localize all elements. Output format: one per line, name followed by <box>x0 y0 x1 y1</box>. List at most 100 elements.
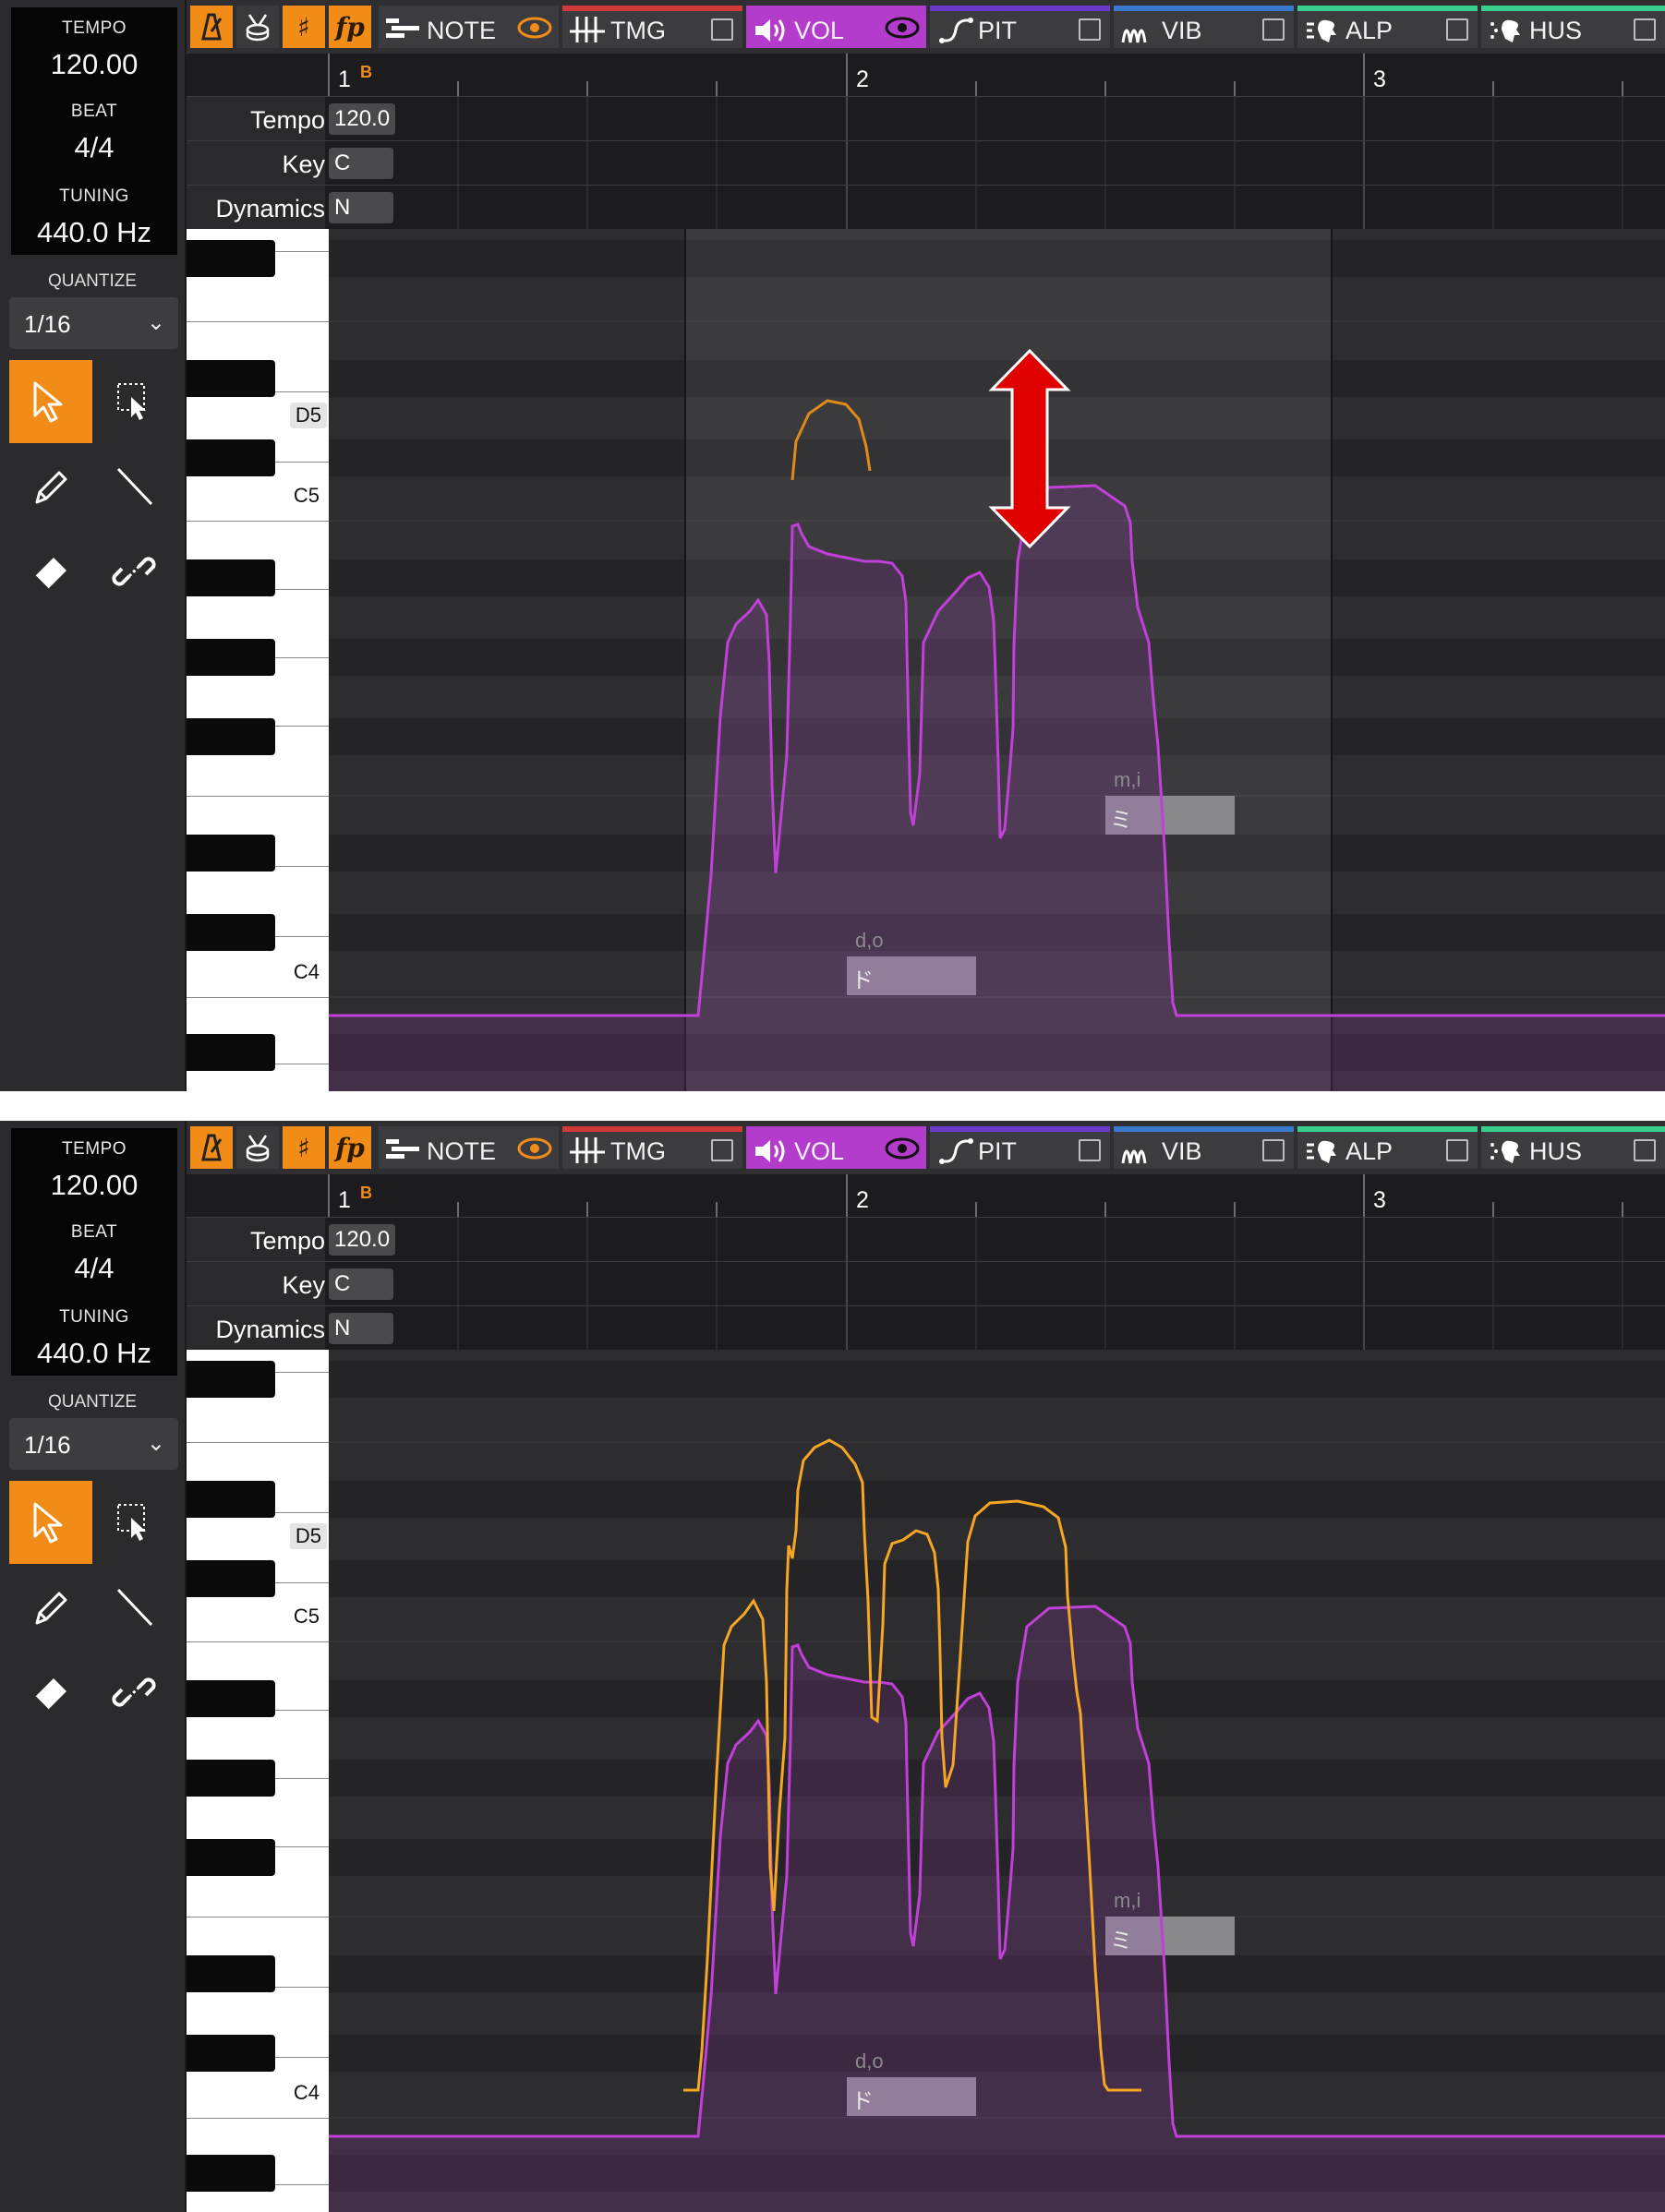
tuning-value[interactable]: 440.0 Hz <box>11 1337 177 1370</box>
dynamics-row-value[interactable]: N <box>329 1313 393 1344</box>
piano-keyboard[interactable]: D5 C5 C4 <box>187 1350 329 2212</box>
tuning-value[interactable]: 440.0 Hz <box>11 216 177 249</box>
tab-timing-checkbox[interactable] <box>711 18 733 41</box>
eye-icon[interactable] <box>884 14 921 42</box>
tempo-row-value[interactable]: 120.0 <box>329 1224 396 1256</box>
black-key[interactable] <box>187 718 275 755</box>
tab-pitch[interactable]: PIT <box>930 1126 1110 1169</box>
tab-vibrato-checkbox[interactable] <box>1262 1139 1285 1161</box>
drum-icon[interactable] <box>236 1126 279 1169</box>
tab-alp-colorbar <box>1297 6 1478 11</box>
tempo-value[interactable]: 120.00 <box>11 48 177 81</box>
note-glyph-do[interactable]: ド <box>851 2083 874 2115</box>
tab-note-label: NOTE <box>427 17 497 44</box>
husky-voice-icon <box>1490 1140 1520 1163</box>
quantize-select[interactable]: 1/16 ⌄ <box>9 297 178 349</box>
lyric-do: d,o <box>855 2050 884 2073</box>
black-key[interactable] <box>187 1481 275 1518</box>
black-key[interactable] <box>187 439 275 476</box>
tab-note[interactable]: NOTE <box>379 6 559 48</box>
tab-timing[interactable]: TMG <box>562 1126 742 1169</box>
black-key[interactable] <box>187 1760 275 1797</box>
drum-icon[interactable] <box>236 6 279 48</box>
tab-vibrato[interactable]: VIB <box>1114 6 1294 48</box>
black-key[interactable] <box>187 2155 275 2192</box>
tab-husky[interactable]: HUS <box>1481 1126 1665 1169</box>
black-key[interactable] <box>187 1361 275 1398</box>
beat-value[interactable]: 4/4 <box>11 131 177 164</box>
key-row-value[interactable]: C <box>329 1268 393 1300</box>
tab-alp-checkbox[interactable] <box>1446 1139 1468 1161</box>
measure-ruler[interactable]: 1 B 2 3 <box>187 54 1665 96</box>
tab-note[interactable]: NOTE <box>379 1126 559 1169</box>
note-glyph-mi[interactable]: ミ <box>1110 801 1132 834</box>
quantize-select[interactable]: 1/16 ⌄ <box>9 1418 178 1470</box>
editor-screenshot-after: TEMPO 120.00 BEAT 4/4 TUNING 440.0 Hz QU… <box>0 1121 1665 2212</box>
piano-keyboard[interactable]: D5 C5 C4 <box>187 229 329 1091</box>
black-key[interactable] <box>187 639 275 676</box>
note-lines-icon <box>386 1139 419 1159</box>
black-key[interactable] <box>187 1034 275 1071</box>
tempo-value[interactable]: 120.00 <box>11 1169 177 1202</box>
tempo-row-value[interactable]: 120.0 <box>329 103 396 135</box>
black-key[interactable] <box>187 240 275 277</box>
select-tool-button[interactable] <box>9 360 92 443</box>
dynamics-row-value[interactable]: N <box>329 192 393 223</box>
tab-vibrato[interactable]: VIB <box>1114 1126 1294 1169</box>
pencil-tool-button[interactable] <box>9 445 92 528</box>
black-key[interactable] <box>187 360 275 397</box>
note-glyph-mi[interactable]: ミ <box>1110 1922 1132 1954</box>
unlink-tool-button[interactable] <box>92 1651 175 1734</box>
black-key[interactable] <box>187 1955 275 1992</box>
pitch-symbol-icon[interactable]: ♯ <box>283 6 325 48</box>
tab-pitch[interactable]: PIT <box>930 6 1110 48</box>
tab-volume[interactable]: VOL <box>746 6 926 48</box>
beat-value[interactable]: 4/4 <box>11 1252 177 1285</box>
tab-timing-checkbox[interactable] <box>711 1139 733 1161</box>
tab-husky-checkbox[interactable] <box>1634 1139 1656 1161</box>
eye-icon[interactable] <box>516 14 553 42</box>
dynamics-icon[interactable]: fp <box>329 6 371 48</box>
timing-icon <box>570 1137 605 1163</box>
black-key[interactable] <box>187 2035 275 2072</box>
piano-roll-canvas[interactable]: d,o ド m,i ミ <box>329 229 1665 1091</box>
piano-roll-canvas[interactable]: d,o ド m,i ミ <box>329 1350 1665 2212</box>
eye-icon[interactable] <box>884 1135 921 1162</box>
pitch-curve-icon <box>939 18 973 43</box>
black-key[interactable] <box>187 1560 275 1597</box>
tab-pitch-checkbox[interactable] <box>1079 1139 1101 1161</box>
tab-volume-label: VOL <box>794 1137 845 1165</box>
line-tool-button[interactable] <box>92 445 175 528</box>
note-glyph-do[interactable]: ド <box>851 962 874 994</box>
tab-pitch-checkbox[interactable] <box>1079 18 1101 41</box>
marquee-select-button[interactable] <box>92 360 175 443</box>
beat-label: BEAT <box>70 102 118 121</box>
tab-volume[interactable]: VOL <box>746 1126 926 1169</box>
eraser-tool-button[interactable] <box>9 1651 92 1734</box>
marquee-select-button[interactable] <box>92 1481 175 1564</box>
metronome-icon[interactable] <box>190 6 233 48</box>
select-tool-button[interactable] <box>9 1481 92 1564</box>
black-key[interactable] <box>187 835 275 872</box>
tab-alp-checkbox[interactable] <box>1446 18 1468 41</box>
tab-husky-checkbox[interactable] <box>1634 18 1656 41</box>
line-tool-button[interactable] <box>92 1566 175 1649</box>
tab-alp[interactable]: ALP <box>1297 6 1478 48</box>
black-key[interactable] <box>187 1839 275 1876</box>
dynamics-icon[interactable]: fp <box>329 1126 371 1169</box>
metronome-icon[interactable] <box>190 1126 233 1169</box>
key-row-value[interactable]: C <box>329 148 393 179</box>
black-key[interactable] <box>187 559 275 596</box>
pencil-tool-button[interactable] <box>9 1566 92 1649</box>
tab-timing[interactable]: TMG <box>562 6 742 48</box>
tab-vibrato-checkbox[interactable] <box>1262 18 1285 41</box>
tab-alp[interactable]: ALP <box>1297 1126 1478 1169</box>
pitch-symbol-icon[interactable]: ♯ <box>283 1126 325 1169</box>
measure-ruler[interactable]: 1 B 2 3 <box>187 1174 1665 1217</box>
tab-husky[interactable]: HUS <box>1481 6 1665 48</box>
eye-icon[interactable] <box>516 1135 553 1162</box>
unlink-tool-button[interactable] <box>92 530 175 613</box>
black-key[interactable] <box>187 914 275 951</box>
eraser-tool-button[interactable] <box>9 530 92 613</box>
black-key[interactable] <box>187 1680 275 1717</box>
